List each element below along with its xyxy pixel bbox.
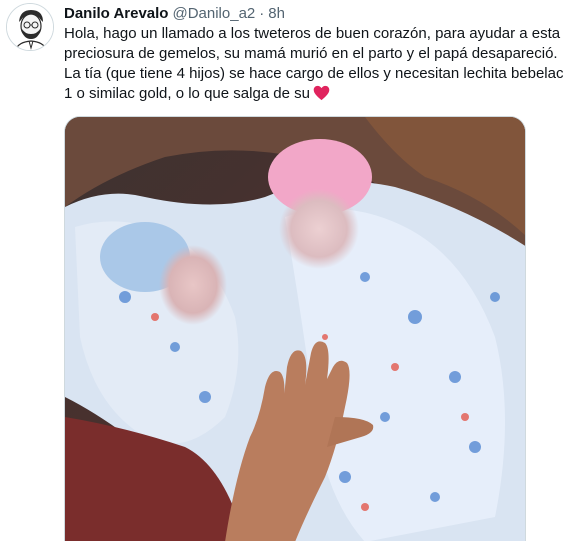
tweet-text-line: La tía (que tiene 4 hijos) se hace cargo…	[64, 65, 564, 82]
author-display-name[interactable]: Danilo Arevalo	[64, 5, 168, 22]
tweet-text-line: preciosura de gemelos, su mamá murió en …	[64, 45, 558, 62]
tweet-header: Danilo Arevalo @Danilo_a2 · 8h	[64, 3, 285, 23]
avatar[interactable]	[6, 3, 54, 51]
tweet-photo[interactable]	[64, 116, 526, 541]
red-heart-icon	[313, 85, 330, 107]
twin-babies-photo-icon	[65, 117, 525, 541]
tweet-text-line: Hola, hago un llamado a los tweteros de …	[64, 25, 561, 42]
tweet[interactable]: Danilo Arevalo @Danilo_a2 · 8h Hola, hag…	[0, 0, 582, 541]
tweet-text: Hola, hago un llamado a los tweteros de …	[64, 24, 574, 107]
tweet-text-line-last: 1 o similac gold, o lo que salga de su	[64, 84, 574, 107]
author-handle[interactable]: @Danilo_a2	[172, 5, 255, 22]
header-separator: ·	[259, 4, 265, 22]
cartoon-face-avatar-icon	[7, 4, 53, 50]
tweet-timestamp[interactable]: 8h	[268, 5, 285, 22]
